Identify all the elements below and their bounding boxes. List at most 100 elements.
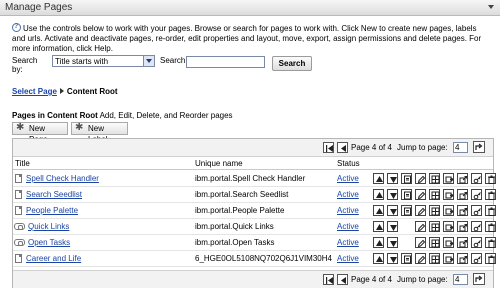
move-icon[interactable] bbox=[443, 205, 454, 216]
page-properties-icon[interactable] bbox=[401, 205, 412, 216]
jump-go-icon[interactable] bbox=[473, 273, 485, 285]
page-title-link[interactable]: People Palette bbox=[26, 206, 78, 215]
portlet-header: Manage Pages bbox=[0, 0, 500, 16]
delete-icon[interactable] bbox=[485, 253, 496, 264]
status-link[interactable]: Active bbox=[337, 222, 359, 231]
export-icon[interactable] bbox=[457, 173, 468, 184]
move-icon[interactable] bbox=[443, 173, 454, 184]
label-icon bbox=[14, 239, 25, 246]
edit-layout-icon[interactable] bbox=[429, 237, 440, 248]
page-properties-icon[interactable] bbox=[401, 189, 412, 200]
search-input[interactable] bbox=[186, 56, 265, 68]
help-icon bbox=[12, 22, 21, 32]
delete-icon[interactable] bbox=[485, 221, 496, 232]
column-unique-name: Unique name bbox=[195, 159, 243, 168]
move-icon[interactable] bbox=[443, 253, 454, 264]
page-title-link[interactable]: Spell Check Handler bbox=[26, 174, 99, 183]
move-icon[interactable] bbox=[443, 189, 454, 200]
table-header: Title Unique name Status bbox=[13, 158, 493, 170]
pages-table: Page 4 of 4 Jump to page: 4 Title Unique… bbox=[12, 138, 496, 288]
move-up-icon[interactable] bbox=[373, 237, 384, 248]
page-properties-icon[interactable] bbox=[401, 253, 412, 264]
previous-page-button[interactable] bbox=[337, 274, 348, 285]
move-icon[interactable] bbox=[443, 237, 454, 248]
edit-layout-icon[interactable] bbox=[429, 221, 440, 232]
section-title: Pages in Content Root bbox=[12, 111, 98, 120]
column-status: Status bbox=[337, 159, 360, 168]
move-down-icon[interactable] bbox=[387, 221, 398, 232]
delete-icon[interactable] bbox=[485, 189, 496, 200]
permissions-key-icon[interactable] bbox=[471, 253, 482, 264]
chevron-down-icon[interactable] bbox=[143, 56, 154, 66]
edit-layout-icon[interactable] bbox=[429, 189, 440, 200]
move-up-icon[interactable] bbox=[373, 253, 384, 264]
permissions-key-icon[interactable] bbox=[471, 221, 482, 232]
new-label-icon bbox=[75, 122, 85, 134]
portlet-menu-icon[interactable] bbox=[488, 5, 494, 9]
page-title-link[interactable]: Quick Links bbox=[28, 222, 69, 231]
jump-input[interactable]: 4 bbox=[453, 142, 468, 153]
move-icon[interactable] bbox=[443, 221, 454, 232]
edit-icon[interactable] bbox=[415, 173, 426, 184]
page-title-link[interactable]: Career and Life bbox=[26, 254, 81, 263]
status-link[interactable]: Active bbox=[337, 174, 359, 183]
previous-page-button[interactable] bbox=[337, 142, 348, 153]
move-up-icon[interactable] bbox=[373, 173, 384, 184]
portlet-title: Manage Pages bbox=[5, 2, 73, 13]
search-by-label: Search by: bbox=[12, 56, 38, 74]
page-icon bbox=[15, 190, 22, 199]
status-link[interactable]: Active bbox=[337, 190, 359, 199]
permissions-key-icon[interactable] bbox=[471, 205, 482, 216]
new-page-button[interactable]: New Page bbox=[12, 122, 68, 144]
edit-icon[interactable] bbox=[415, 205, 426, 216]
table-row: People Palette ibm.portal.People Palette… bbox=[13, 203, 496, 219]
page-icon bbox=[15, 206, 22, 215]
search-by-select[interactable]: Title starts with bbox=[52, 55, 155, 67]
page-properties-icon[interactable] bbox=[401, 173, 412, 184]
breadcrumb-select-page[interactable]: Select Page bbox=[12, 87, 57, 96]
export-icon[interactable] bbox=[457, 205, 468, 216]
label-icon bbox=[14, 223, 25, 230]
export-icon[interactable] bbox=[457, 221, 468, 232]
edit-icon[interactable] bbox=[415, 253, 426, 264]
page-title-link[interactable]: Open Tasks bbox=[28, 238, 70, 247]
table-row: Search Seedlist ibm.portal.Search Seedli… bbox=[13, 187, 496, 203]
unique-name: ibm.portal.Quick Links bbox=[195, 222, 274, 231]
status-link[interactable]: Active bbox=[337, 206, 359, 215]
move-down-icon[interactable] bbox=[387, 253, 398, 264]
status-link[interactable]: Active bbox=[337, 254, 359, 263]
move-down-icon[interactable] bbox=[387, 205, 398, 216]
move-down-icon[interactable] bbox=[387, 237, 398, 248]
first-page-button[interactable] bbox=[323, 142, 334, 153]
edit-icon[interactable] bbox=[415, 189, 426, 200]
delete-icon[interactable] bbox=[485, 173, 496, 184]
permissions-key-icon[interactable] bbox=[471, 189, 482, 200]
move-up-icon[interactable] bbox=[373, 189, 384, 200]
move-up-icon[interactable] bbox=[373, 221, 384, 232]
edit-layout-icon[interactable] bbox=[429, 253, 440, 264]
delete-icon[interactable] bbox=[485, 205, 496, 216]
permissions-key-icon[interactable] bbox=[471, 237, 482, 248]
delete-icon[interactable] bbox=[485, 237, 496, 248]
breadcrumb-current: Content Root bbox=[66, 87, 118, 96]
new-label-button[interactable]: New Label bbox=[71, 122, 128, 144]
move-up-icon[interactable] bbox=[373, 205, 384, 216]
permissions-key-icon[interactable] bbox=[471, 173, 482, 184]
move-down-icon[interactable] bbox=[387, 189, 398, 200]
export-icon[interactable] bbox=[457, 189, 468, 200]
search-button[interactable]: Search bbox=[272, 56, 312, 71]
column-title: Title bbox=[15, 159, 30, 168]
jump-input[interactable]: 4 bbox=[453, 274, 468, 285]
page-title-link[interactable]: Search Seedlist bbox=[26, 190, 82, 199]
status-link[interactable]: Active bbox=[337, 238, 359, 247]
jump-go-icon[interactable] bbox=[473, 141, 485, 153]
pager-top: Page 4 of 4 Jump to page: 4 bbox=[13, 139, 493, 157]
first-page-button[interactable] bbox=[323, 274, 334, 285]
export-icon[interactable] bbox=[457, 237, 468, 248]
export-icon[interactable] bbox=[457, 253, 468, 264]
edit-layout-icon[interactable] bbox=[429, 205, 440, 216]
edit-icon[interactable] bbox=[415, 221, 426, 232]
move-down-icon[interactable] bbox=[387, 173, 398, 184]
edit-icon[interactable] bbox=[415, 237, 426, 248]
edit-layout-icon[interactable] bbox=[429, 173, 440, 184]
